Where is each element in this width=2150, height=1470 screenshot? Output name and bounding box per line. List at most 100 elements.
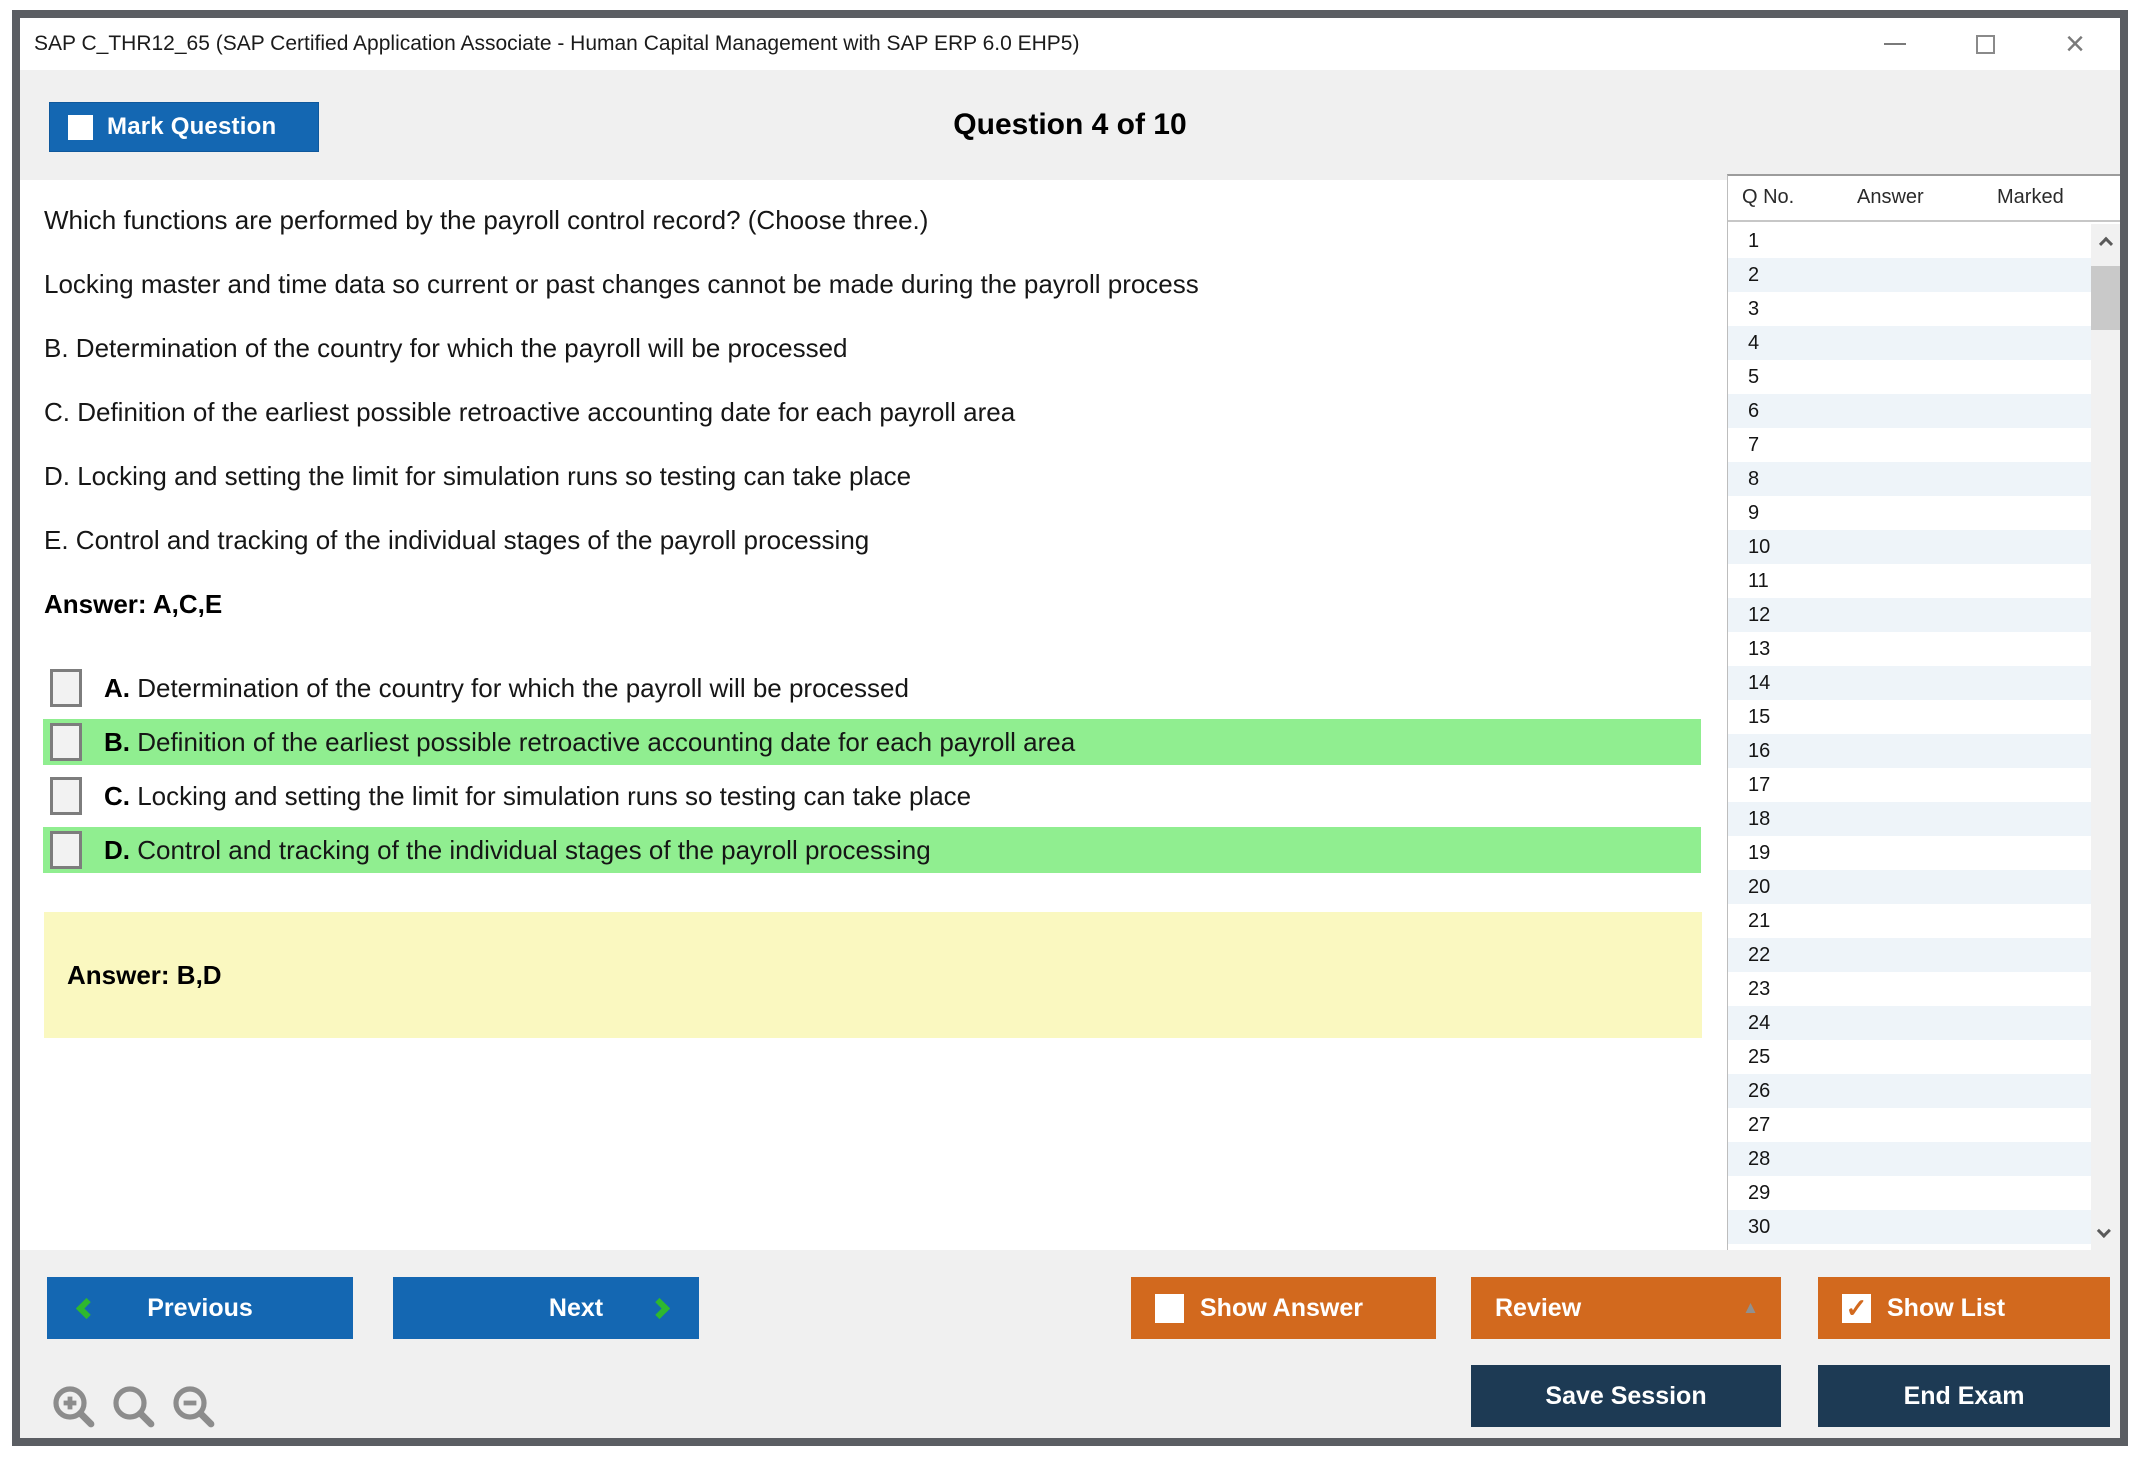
option-letter: B.: [104, 727, 130, 758]
question-list-row[interactable]: 19: [1728, 836, 2091, 870]
show-list-button[interactable]: ✓ Show List: [1818, 1277, 2110, 1339]
chevron-up-icon: [2098, 237, 2112, 251]
question-number: 17: [1748, 774, 1770, 796]
scroll-down-button[interactable]: [2091, 1216, 2120, 1250]
question-list-row[interactable]: 9: [1728, 496, 2091, 530]
question-number: 30: [1748, 1216, 1770, 1238]
question-number: 3: [1748, 298, 1759, 320]
zoom-in-icon[interactable]: [50, 1383, 98, 1431]
option-checkbox[interactable]: [50, 777, 82, 815]
header-band: Mark Question Question 4 of 10: [20, 70, 2120, 180]
option-text: Control and tracking of the individual s…: [130, 835, 931, 866]
question-list-row[interactable]: 15: [1728, 700, 2091, 734]
show-list-checkbox[interactable]: ✓: [1842, 1294, 1871, 1323]
question-list-scrollbar[interactable]: [2091, 224, 2120, 1250]
close-button[interactable]: ×: [2056, 25, 2094, 63]
option-checkbox[interactable]: [50, 723, 82, 761]
show-answer-label: Show Answer: [1200, 1294, 1363, 1323]
previous-label: Previous: [147, 1294, 253, 1323]
question-list-row[interactable]: 30: [1728, 1210, 2091, 1244]
question-list-row[interactable]: 28: [1728, 1142, 2091, 1176]
show-answer-checkbox[interactable]: [1155, 1294, 1184, 1323]
question-list-row[interactable]: 7: [1728, 428, 2091, 462]
question-list-row[interactable]: 8: [1728, 462, 2091, 496]
question-list-row[interactable]: 22: [1728, 938, 2091, 972]
question-list-row[interactable]: 17: [1728, 768, 2091, 802]
chevron-right-icon: [649, 1297, 670, 1318]
maximize-button[interactable]: [1966, 25, 2004, 63]
question-list-row[interactable]: 21: [1728, 904, 2091, 938]
option-row[interactable]: B. Definition of the earliest possible r…: [43, 719, 1701, 765]
chevron-down-icon: [2096, 1224, 2110, 1238]
question-number: 2: [1748, 264, 1759, 286]
main-content: Which functions are performed by the pay…: [20, 180, 2120, 1250]
question-list-row[interactable]: 16: [1728, 734, 2091, 768]
review-label: Review: [1495, 1294, 1581, 1323]
question-list-row[interactable]: 26: [1728, 1074, 2091, 1108]
question-list-row[interactable]: 24: [1728, 1006, 2091, 1040]
maximize-icon: [1976, 35, 1995, 54]
question-number: 14: [1748, 672, 1770, 694]
save-session-label: Save Session: [1545, 1382, 1706, 1411]
question-list-row[interactable]: 3: [1728, 292, 2091, 326]
question-number: 6: [1748, 400, 1759, 422]
show-answer-button[interactable]: Show Answer: [1131, 1277, 1436, 1339]
option-row[interactable]: C. Locking and setting the limit for sim…: [43, 773, 1701, 819]
answer-box: Answer: B,D: [44, 912, 1702, 1038]
question-list-row[interactable]: 14: [1728, 666, 2091, 700]
question-list-row[interactable]: 6: [1728, 394, 2091, 428]
question-list-row[interactable]: 4: [1728, 326, 2091, 360]
question-list-row[interactable]: 20: [1728, 870, 2091, 904]
question-text: Which functions are performed by the pay…: [44, 206, 1727, 554]
previous-button[interactable]: Previous: [47, 1277, 353, 1339]
option-row[interactable]: A. Determination of the country for whic…: [43, 665, 1701, 711]
question-line: C. Definition of the earliest possible r…: [44, 398, 1727, 426]
question-list-row[interactable]: 10: [1728, 530, 2091, 564]
review-button[interactable]: Review ▲: [1471, 1277, 1781, 1339]
question-number: 15: [1748, 706, 1770, 728]
question-number: 7: [1748, 434, 1759, 456]
question-number: 9: [1748, 502, 1759, 524]
question-line: E. Control and tracking of the individua…: [44, 526, 1727, 554]
question-list-row[interactable]: 29: [1728, 1176, 2091, 1210]
next-button[interactable]: Next: [393, 1277, 699, 1339]
app-window: SAP C_THR12_65 (SAP Certified Applicatio…: [12, 10, 2128, 1446]
option-checkbox[interactable]: [50, 669, 82, 707]
option-checkbox[interactable]: [50, 831, 82, 869]
question-number: 22: [1748, 944, 1770, 966]
zoom-out-icon[interactable]: [170, 1383, 218, 1431]
question-list-panel: Q No. Answer Marked 12345678910111213141…: [1727, 174, 2120, 1250]
scrollbar-thumb[interactable]: [2091, 266, 2120, 330]
question-line: B. Determination of the country for whic…: [44, 334, 1727, 362]
next-label: Next: [549, 1294, 603, 1323]
question-list-row[interactable]: 11: [1728, 564, 2091, 598]
option-text: Locking and setting the limit for simula…: [130, 781, 971, 812]
scroll-up-button[interactable]: [2091, 224, 2120, 258]
question-list-row[interactable]: 12: [1728, 598, 2091, 632]
zoom-controls: [50, 1383, 218, 1431]
question-list-row[interactable]: 5: [1728, 360, 2091, 394]
option-letter: A.: [104, 673, 130, 704]
question-list-row[interactable]: 23: [1728, 972, 2091, 1006]
question-counter: Question 4 of 10: [20, 70, 2120, 180]
option-text: Definition of the earliest possible retr…: [130, 727, 1075, 758]
zoom-reset-icon[interactable]: [110, 1383, 158, 1431]
question-list-row[interactable]: 27: [1728, 1108, 2091, 1142]
question-number: 20: [1748, 876, 1770, 898]
question-list-row[interactable]: 1: [1728, 224, 2091, 258]
question-list-row[interactable]: 2: [1728, 258, 2091, 292]
question-number: 16: [1748, 740, 1770, 762]
question-list-row[interactable]: 25: [1728, 1040, 2091, 1074]
question-number: 18: [1748, 808, 1770, 830]
window-controls: ×: [1876, 18, 2094, 70]
title-bar: SAP C_THR12_65 (SAP Certified Applicatio…: [20, 18, 2120, 70]
answer-box-text: Answer: B,D: [67, 960, 222, 991]
question-list-row[interactable]: 18: [1728, 802, 2091, 836]
option-letter: D.: [104, 835, 130, 866]
option-row[interactable]: D. Control and tracking of the individua…: [43, 827, 1701, 873]
question-number: 27: [1748, 1114, 1770, 1136]
end-exam-button[interactable]: End Exam: [1818, 1365, 2110, 1427]
save-session-button[interactable]: Save Session: [1471, 1365, 1781, 1427]
minimize-button[interactable]: [1876, 25, 1914, 63]
question-list-row[interactable]: 13: [1728, 632, 2091, 666]
